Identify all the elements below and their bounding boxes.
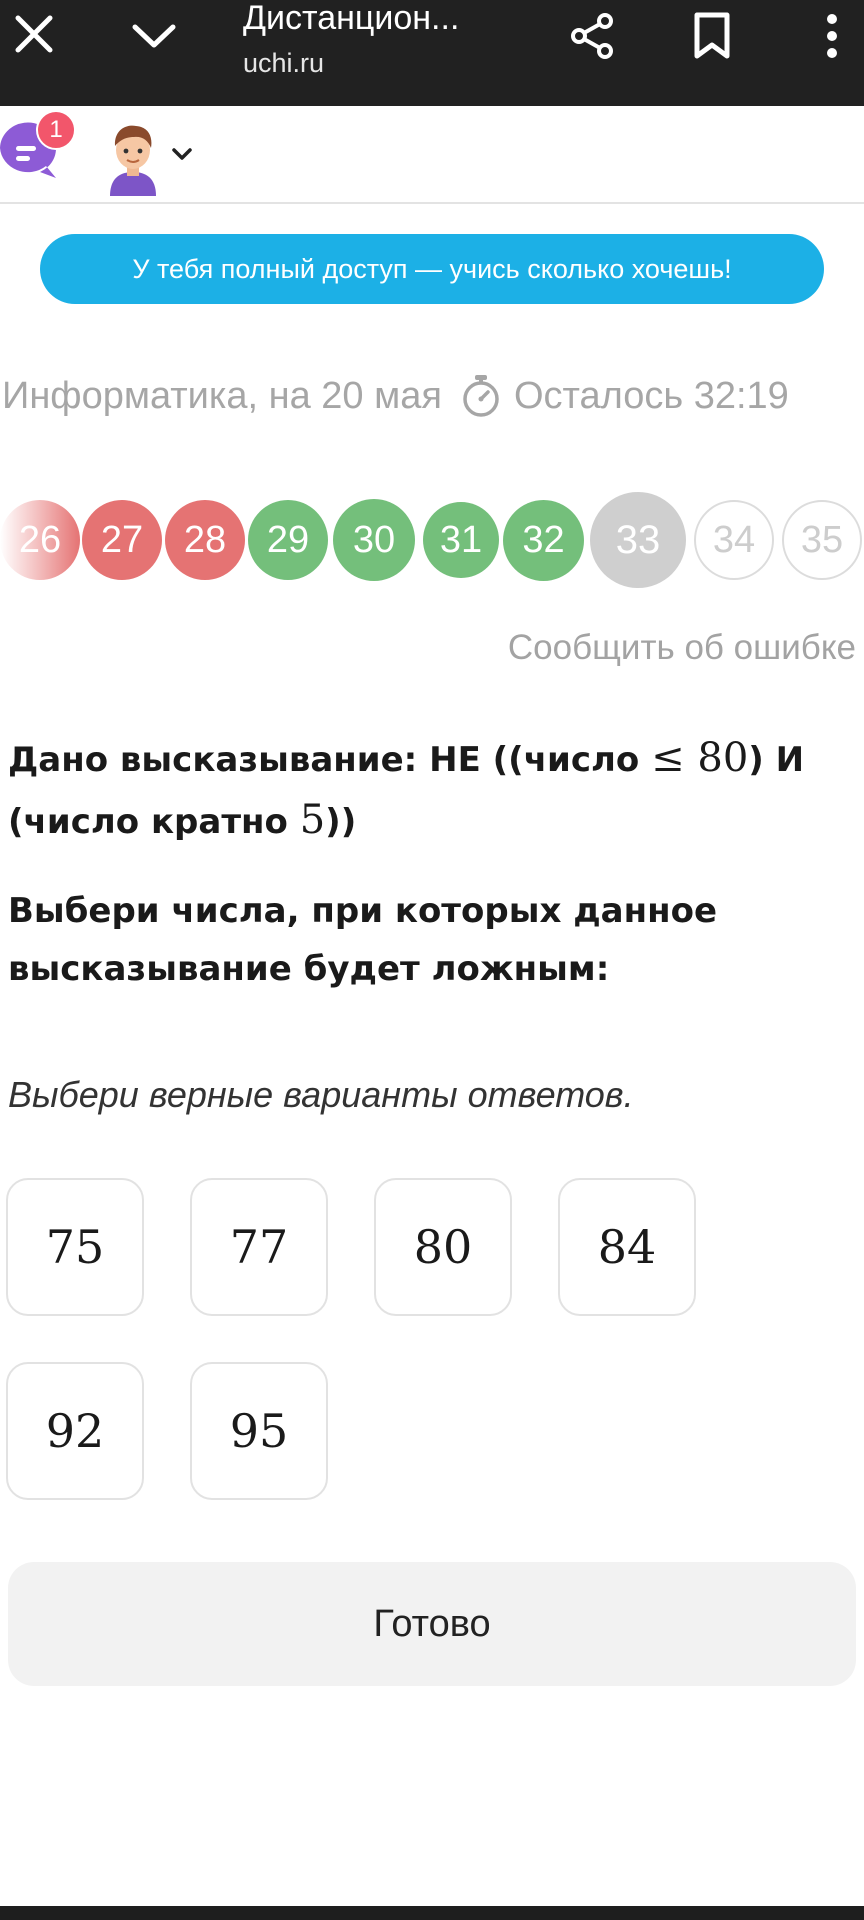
task-number-26[interactable]: 26	[0, 500, 80, 580]
task-number-27[interactable]: 27	[82, 500, 162, 580]
question-statement: Дано высказывание: НЕ ((число ≤ 80) И (ч…	[8, 728, 848, 852]
task-progress-bar: 26 27 28 29 30 31 32 33 34 35	[0, 492, 864, 592]
task-number-30[interactable]: 30	[333, 499, 415, 581]
report-error-link[interactable]: Сообщить об ошибке	[508, 628, 856, 668]
time-remaining: Осталось 32:19	[513, 374, 789, 417]
task-number-34[interactable]: 34	[694, 500, 774, 580]
question-text: (число кратно	[8, 802, 300, 842]
browser-toolbar: Дистанцион... uchi.ru	[0, 0, 864, 106]
answer-option[interactable]: 77	[190, 1178, 328, 1316]
notification-badge: 1	[36, 110, 76, 150]
task-number-32[interactable]: 32	[503, 499, 584, 581]
task-number-35[interactable]: 35	[782, 500, 862, 580]
answer-option[interactable]: 80	[374, 1178, 512, 1316]
task-number-33[interactable]: 33	[590, 492, 686, 588]
page-url: uchi.ru	[243, 48, 325, 78]
question-text: ))	[325, 802, 357, 842]
answer-option[interactable]: 95	[190, 1362, 328, 1500]
subject-info: Информатика, на 20 мая Осталось 32:19	[2, 370, 789, 422]
done-button[interactable]: Готово	[8, 1562, 856, 1686]
answer-option[interactable]: 84	[558, 1178, 696, 1316]
task-number-28[interactable]: 28	[165, 500, 245, 580]
answer-option[interactable]: 75	[6, 1178, 144, 1316]
question-text: ) И	[748, 740, 805, 780]
task-number-29[interactable]: 29	[248, 500, 328, 580]
math-expression: 5	[299, 797, 326, 843]
share-icon[interactable]	[562, 6, 622, 66]
stopwatch-icon	[460, 373, 502, 419]
page-title: Дистанцион...	[243, 0, 460, 37]
system-navigation-bar	[0, 1906, 864, 1920]
chevron-down-icon[interactable]	[126, 10, 182, 62]
more-options-icon[interactable]	[810, 6, 854, 66]
chevron-down-icon[interactable]	[170, 144, 194, 164]
answer-option[interactable]: 92	[6, 1362, 144, 1500]
answer-hint: Выбери верные варианты ответов.	[8, 1074, 634, 1115]
close-icon[interactable]	[8, 8, 60, 60]
task-number-31[interactable]: 31	[423, 502, 499, 578]
subject-label: Информатика, на 20 мая	[2, 374, 442, 417]
full-access-banner[interactable]: У тебя полный доступ — учись сколько хоч…	[40, 234, 824, 304]
question-text: Дано высказывание: НЕ ((число	[8, 740, 652, 780]
bookmark-icon[interactable]	[684, 6, 740, 66]
user-avatar[interactable]	[104, 120, 162, 196]
app-header: 1	[0, 106, 864, 204]
math-expression: ≤ 80	[651, 735, 749, 781]
question-prompt: Выбери числа, при которых данное высказы…	[8, 891, 718, 989]
